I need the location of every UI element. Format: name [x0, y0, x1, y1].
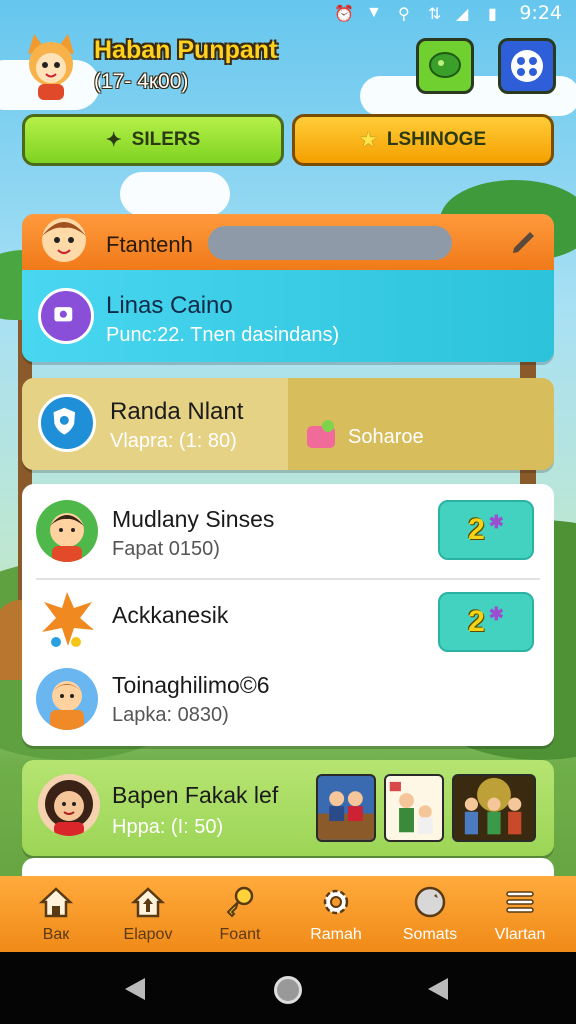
- status-time: 9:24: [519, 2, 562, 24]
- battery-icon: ▮: [488, 6, 497, 23]
- star-icon: ★: [359, 129, 377, 151]
- randa-card[interactable]: Randa Nlant Vlapra: (1: 80) Soharoe: [22, 378, 554, 470]
- tab-happy-label: Elapov: [123, 926, 173, 943]
- list-item-name: Ackkanesik: [112, 602, 229, 628]
- wrench-icon: [414, 886, 446, 918]
- profile-search-field[interactable]: [208, 226, 452, 260]
- data-icon: ⇅: [428, 6, 442, 23]
- alarm-icon: ⏰: [334, 6, 354, 23]
- cat-avatar-icon[interactable]: [20, 34, 82, 100]
- system-nav-bar: [0, 952, 576, 1024]
- bottom-tab-bar: Baк Elapov Foant Ramah Somats Vlartan: [0, 876, 576, 952]
- cloud: [120, 172, 230, 216]
- list-item-detail: Fapat 0150): [112, 538, 220, 560]
- profile-name: Linas Caino: [106, 292, 233, 319]
- count-badge[interactable]: 2 ✱: [438, 500, 534, 560]
- profile-card-header: Ftantenh: [22, 214, 554, 270]
- tab-vlartan-label: Vlartan: [494, 926, 546, 943]
- home-circle-icon[interactable]: [274, 976, 302, 1004]
- app-title: Haban Punpant: [94, 36, 278, 64]
- tab-somats[interactable]: Somats: [382, 876, 478, 952]
- boy-avatar-icon: [42, 218, 86, 262]
- profile-card-title: Ftantenh: [106, 232, 193, 257]
- key-icon: [226, 886, 254, 918]
- profile-card[interactable]: Ftantenh Linas Caino Punc:22. Tnen dasin…: [22, 214, 554, 362]
- pencil-icon[interactable]: [510, 228, 538, 256]
- chat-button[interactable]: [416, 38, 474, 94]
- bapen-title: Bapen Fakak lef: [112, 782, 279, 808]
- status-bar: ⏰ ▼ ⚲ ⇅ ◢ ▮ 9:24: [0, 0, 576, 26]
- wifi-icon: ▼: [366, 4, 382, 21]
- tab-ramah[interactable]: Ramah: [288, 876, 384, 952]
- list-item-name: Mudlany Sinses: [112, 506, 275, 532]
- bapen-card[interactable]: Bapen Fakak lef Hppa: (I: 50): [22, 760, 554, 856]
- recents-icon[interactable]: [428, 978, 448, 1000]
- tab-home-label: Baк: [42, 926, 70, 943]
- gift-icon: [307, 420, 335, 448]
- house-arrow-icon: [130, 887, 166, 918]
- profile-card-body: Linas Caino Punc:22. Tnen dasindans): [22, 270, 554, 362]
- avatar: [36, 668, 98, 730]
- menu-icon: [506, 891, 534, 913]
- list-item[interactable]: Toinaghilimo©6 Lapka: 0830): [22, 654, 554, 744]
- signal-icon: ◢: [456, 6, 469, 23]
- count-badge[interactable]: 2 ✱: [438, 592, 534, 652]
- badge-count: 2: [468, 605, 485, 638]
- thumbnail-image[interactable]: [316, 774, 376, 842]
- tab-foant[interactable]: Foant: [192, 876, 288, 952]
- dots-grid-icon: [511, 50, 543, 82]
- tab-home[interactable]: Baк: [8, 876, 104, 952]
- camera-icon: [38, 288, 94, 344]
- randa-title: Randa Nlant: [110, 398, 244, 425]
- app-subtitle: (17- 4к00): [94, 70, 189, 93]
- back-icon[interactable]: [125, 978, 145, 1000]
- chat-bubble-icon: [429, 52, 461, 78]
- list-item-name: Toinaghilimo©6: [112, 672, 270, 698]
- bapen-subtitle: Hppa: (I: 50): [112, 816, 224, 838]
- profile-detail: Punc:22. Tnen dasindans): [106, 324, 340, 346]
- avatar: [38, 774, 100, 836]
- sparkle-icon: ✦: [105, 129, 122, 151]
- badge-count: 2: [468, 513, 485, 546]
- home-icon: [38, 887, 74, 918]
- tab-somats-label: Somats: [402, 926, 458, 943]
- randa-subtitle: Vlapra: (1: 80): [110, 430, 237, 452]
- lshinoge-button[interactable]: ★ LSHINOGE: [292, 114, 554, 166]
- tab-foant-label: Foant: [219, 926, 261, 943]
- lshinoge-button-label: LSHINOGE: [386, 129, 487, 150]
- location-icon: ⚲: [398, 6, 410, 23]
- list-item-detail: Lapka: 0830): [112, 704, 229, 726]
- tab-ramah-label: Ramah: [310, 926, 362, 943]
- apps-button[interactable]: [498, 38, 556, 94]
- avatar: [36, 500, 98, 562]
- randa-card-left: Randa Nlant Vlapra: (1: 80): [22, 378, 288, 470]
- thumbnail-image[interactable]: [384, 774, 444, 842]
- list-item[interactable]: Mudlany Sinses Fapat 0150) 2 ✱: [22, 484, 554, 578]
- list-item[interactable]: Ackkanesik 2 ✱: [22, 580, 554, 652]
- randa-action-label[interactable]: Soharoe: [348, 426, 424, 449]
- friends-list: Mudlany Sinses Fapat 0150) 2 ✱ Ackkanesi…: [22, 484, 554, 746]
- gear-icon: [323, 889, 349, 915]
- star-icon: ✱: [488, 511, 504, 532]
- thumbnail-image[interactable]: [452, 774, 536, 842]
- shield-icon: [38, 394, 96, 452]
- silers-button-label: SILERS: [131, 129, 201, 150]
- explosion-icon: [42, 592, 94, 647]
- app-header: Haban Punpant (17- 4к00): [0, 30, 576, 110]
- silers-button[interactable]: ✦ SILERS: [22, 114, 284, 166]
- tab-happy[interactable]: Elapov: [100, 876, 196, 952]
- star-icon: ✱: [488, 603, 504, 624]
- tab-vlartan[interactable]: Vlartan: [472, 876, 568, 952]
